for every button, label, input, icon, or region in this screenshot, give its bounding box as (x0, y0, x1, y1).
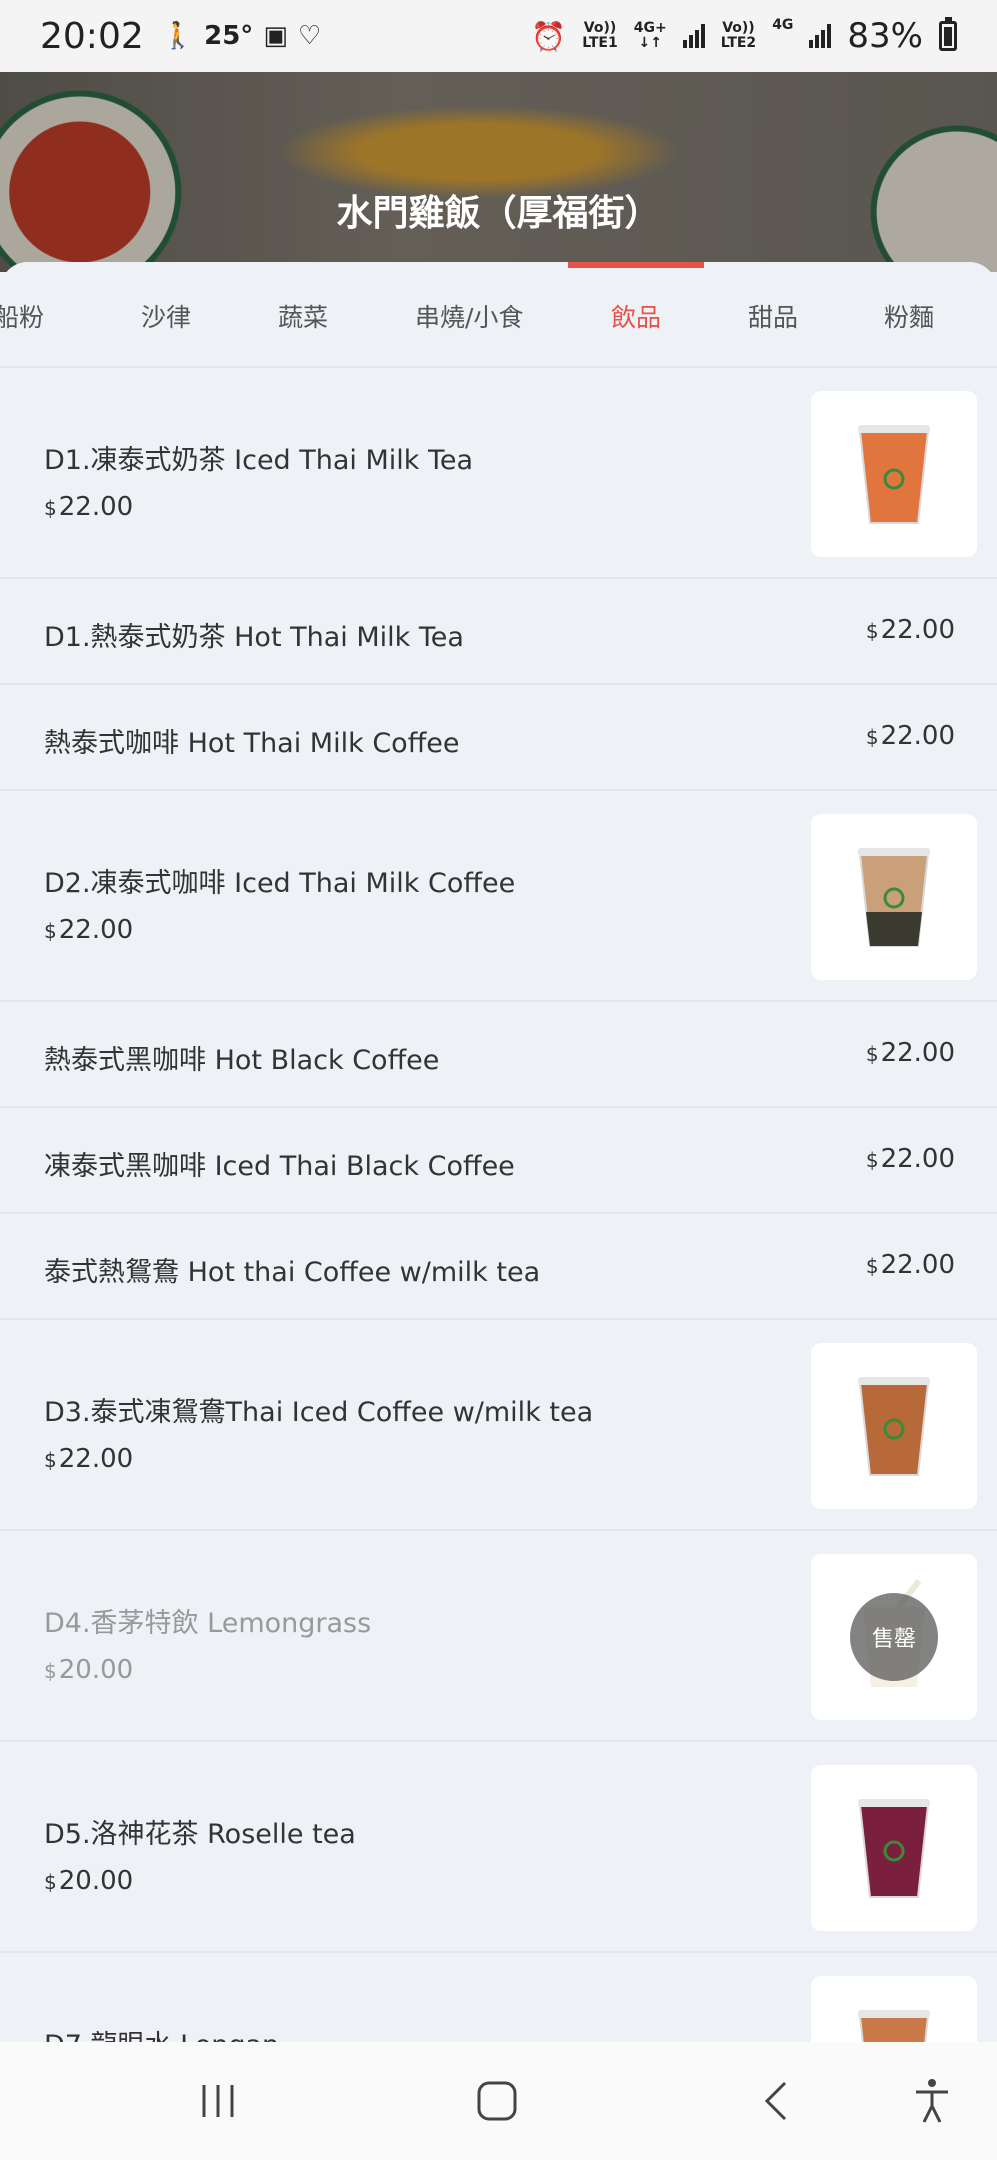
network2-label: 4G (772, 17, 794, 33)
item-thumbnail[interactable] (811, 1765, 977, 1931)
tab-skewers-snacks[interactable]: 串燒/小食 (415, 298, 523, 334)
menu-item-lemongrass: D4.香茅特飲 Lemongrass $20.00 售罄 (0, 1531, 997, 1742)
item-price: $22.00 (865, 1144, 955, 1174)
item-price: $20.00 (44, 1866, 134, 1896)
item-price: $22.00 (44, 492, 134, 522)
tab-drinks[interactable]: 飲品 (611, 298, 661, 334)
item-name: D1.凍泰式奶茶 Iced Thai Milk Tea (44, 445, 474, 476)
recent-apps-icon (202, 2085, 234, 2117)
item-name: D7.龍眼水 Longan (44, 2023, 279, 2042)
banner-overlay (0, 72, 997, 272)
tab-salad[interactable]: 沙律 (141, 298, 191, 334)
item-price: $22.00 (865, 1038, 955, 1068)
item-thumbnail: 售罄 (811, 1554, 977, 1720)
temperature-text: 25° (204, 21, 254, 51)
item-price: $22.00 (865, 721, 955, 751)
iced-drink-cup-icon (858, 2010, 930, 2042)
item-name: 熱泰式咖啡 Hot Thai Milk Coffee (44, 728, 460, 759)
battery-icon (939, 17, 957, 51)
signal1-icon (682, 24, 705, 48)
status-time: 20:02 (40, 15, 144, 57)
menu-item-hot-thai-coffee-milk-tea[interactable]: 泰式熱鴛鴦 Hot thai Coffee w/milk tea $22.00 (0, 1214, 997, 1320)
status-bar: 20:02 🚶 25° ▣ ♡ ⏰ Vo)) LTE1 4G+ ↓↑ Vo)) … (0, 0, 997, 72)
item-price: $22.00 (44, 1444, 134, 1474)
battery-percent: 83% (847, 16, 923, 56)
menu-item-hot-thai-milk-tea[interactable]: D1.熱泰式奶茶 Hot Thai Milk Tea $22.00 (0, 579, 997, 685)
item-thumbnail[interactable] (811, 1343, 977, 1509)
iced-drink-cup-icon (858, 425, 930, 524)
item-thumbnail[interactable] (811, 391, 977, 557)
header-banner: 水門雞飯（厚福街） (0, 72, 997, 272)
menu-item-iced-thai-milk-coffee[interactable]: D2.凍泰式咖啡 Iced Thai Milk Coffee $22.00 (0, 791, 997, 1002)
active-tab-indicator (568, 262, 704, 268)
menu-item-longan[interactable]: D7.龍眼水 Longan (0, 1953, 997, 2042)
menu-item-iced-thai-milk-tea[interactable]: D1.凍泰式奶茶 Iced Thai Milk Tea $22.00 (0, 368, 997, 579)
item-name: 凍泰式黑咖啡 Iced Thai Black Coffee (44, 1151, 515, 1182)
item-thumbnail[interactable] (811, 1976, 977, 2042)
gallery-icon: ▣ (263, 21, 288, 51)
menu-item-hot-black-coffee[interactable]: 熱泰式黑咖啡 Hot Black Coffee $22.00 (0, 1002, 997, 1108)
back-button[interactable] (746, 2078, 806, 2124)
status-left-icons: 🚶 25° ▣ ♡ (162, 21, 321, 51)
tab-noodles[interactable]: 粉麵 (884, 298, 934, 334)
home-icon (477, 2081, 517, 2121)
weather-walker-icon: 🚶 (161, 21, 195, 51)
sim2-label: Vo)) LTE2 (720, 20, 757, 51)
item-name: 熱泰式黑咖啡 Hot Black Coffee (44, 1045, 440, 1076)
menu-list: D1.凍泰式奶茶 Iced Thai Milk Tea $22.00 D1.熱泰… (0, 368, 997, 2042)
recent-apps-button[interactable] (188, 2078, 248, 2124)
sim1-label: Vo)) LTE1 (582, 20, 618, 51)
tab-desserts[interactable]: 甜品 (748, 298, 798, 334)
restaurant-title: 水門雞飯（厚福街） (336, 193, 661, 234)
system-nav-bar (0, 2042, 997, 2160)
item-price: $22.00 (44, 915, 134, 945)
tab-boat-noodles[interactable]: 船粉 (0, 298, 44, 334)
menu-item-thai-iced-coffee-milk-tea[interactable]: D3.泰式凍鴛鴦Thai Iced Coffee w/milk tea $22.… (0, 1320, 997, 1531)
menu-item-iced-thai-black-coffee[interactable]: 凍泰式黑咖啡 Iced Thai Black Coffee $22.00 (0, 1108, 997, 1214)
alarm-icon: ⏰ (531, 19, 567, 53)
iced-drink-cup-icon (858, 848, 930, 947)
item-price: $22.00 (865, 615, 955, 645)
network1-label: 4G+ ↓↑ (633, 20, 667, 51)
menu-item-hot-thai-milk-coffee[interactable]: 熱泰式咖啡 Hot Thai Milk Coffee $22.00 (0, 685, 997, 791)
iced-drink-cup-icon (858, 1377, 930, 1476)
back-icon (764, 2081, 787, 2121)
sold-out-badge: 售罄 (850, 1593, 938, 1681)
item-name: D2.凍泰式咖啡 Iced Thai Milk Coffee (44, 868, 516, 899)
accessibility-button[interactable] (902, 2078, 962, 2124)
item-name: D3.泰式凍鴛鴦Thai Iced Coffee w/milk tea (44, 1397, 594, 1428)
category-tabs[interactable]: 船粉 沙律 蔬菜 串燒/小食 飲品 甜品 粉麵 (0, 262, 997, 368)
item-thumbnail[interactable] (811, 814, 977, 980)
item-name: D4.香茅特飲 Lemongrass (44, 1608, 372, 1639)
item-price: $22.00 (865, 1250, 955, 1280)
iced-drink-cup-icon (858, 1799, 930, 1898)
health-heart-icon: ♡ (297, 21, 322, 51)
status-right: ⏰ Vo)) LTE1 4G+ ↓↑ Vo)) LTE2 4G 83% (531, 16, 957, 56)
item-name: 泰式熱鴛鴦 Hot thai Coffee w/milk tea (44, 1257, 541, 1288)
item-name: D1.熱泰式奶茶 Hot Thai Milk Tea (44, 622, 464, 653)
signal2-icon (809, 24, 832, 48)
item-price: $20.00 (44, 1655, 134, 1685)
accessibility-icon (916, 2079, 948, 2123)
item-name: D5.洛神花茶 Roselle tea (44, 1819, 356, 1850)
menu-item-roselle-tea[interactable]: D5.洛神花茶 Roselle tea $20.00 (0, 1742, 997, 1953)
menu-sheet: 船粉 沙律 蔬菜 串燒/小食 飲品 甜品 粉麵 D1.凍泰式奶茶 Iced Th… (0, 262, 997, 2042)
home-button[interactable] (467, 2078, 527, 2124)
tab-vegetables[interactable]: 蔬菜 (278, 298, 328, 334)
